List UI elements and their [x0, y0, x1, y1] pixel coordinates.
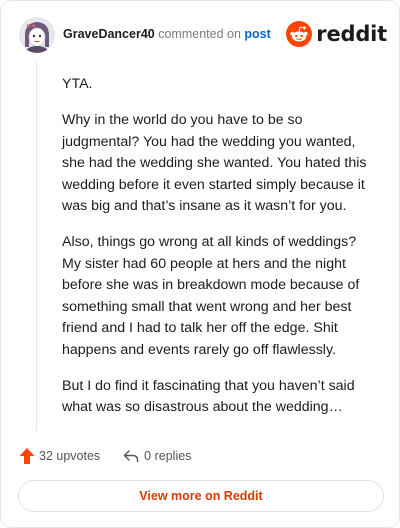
- comment-paragraph: YTA.: [62, 76, 93, 92]
- upvote-count: 32 upvotes: [39, 449, 101, 463]
- username-link[interactable]: GraveDancer40: [63, 27, 155, 41]
- replies[interactable]: 0 replies: [123, 449, 191, 463]
- comment-header: GraveDancer40 commented on post reddit: [17, 15, 387, 55]
- comment-paragraph: But I do find it fascinating that you ha…: [62, 377, 355, 416]
- upvotes[interactable]: 32 upvotes: [19, 447, 100, 465]
- upvote-arrow-icon: [19, 448, 35, 464]
- avatar[interactable]: [19, 17, 55, 53]
- reply-count: 0 replies: [144, 449, 192, 463]
- comment-meta: GraveDancer40 commented on post: [63, 27, 271, 41]
- reply-arrow-icon: [123, 450, 139, 463]
- comment-body: YTA. Why in the world do you have to be …: [62, 74, 378, 433]
- post-link[interactable]: post: [244, 27, 270, 41]
- thread-line: [36, 61, 37, 431]
- reddit-logo[interactable]: reddit: [286, 20, 387, 48]
- reddit-wordmark: reddit: [316, 22, 387, 46]
- reddit-snoo-icon: [286, 21, 313, 47]
- avatar-icon: [19, 17, 55, 53]
- comment-footer: 32 upvotes 0 replies: [19, 445, 191, 467]
- view-more-button[interactable]: View more on Reddit: [18, 480, 384, 512]
- action-text: commented on: [158, 27, 241, 41]
- embedded-comment-card: GraveDancer40 commented on post reddit Y…: [0, 0, 400, 528]
- comment-paragraph: Also, things go wrong at all kinds of we…: [62, 234, 360, 358]
- comment-paragraph: Why in the world do you have to be so ju…: [62, 112, 367, 214]
